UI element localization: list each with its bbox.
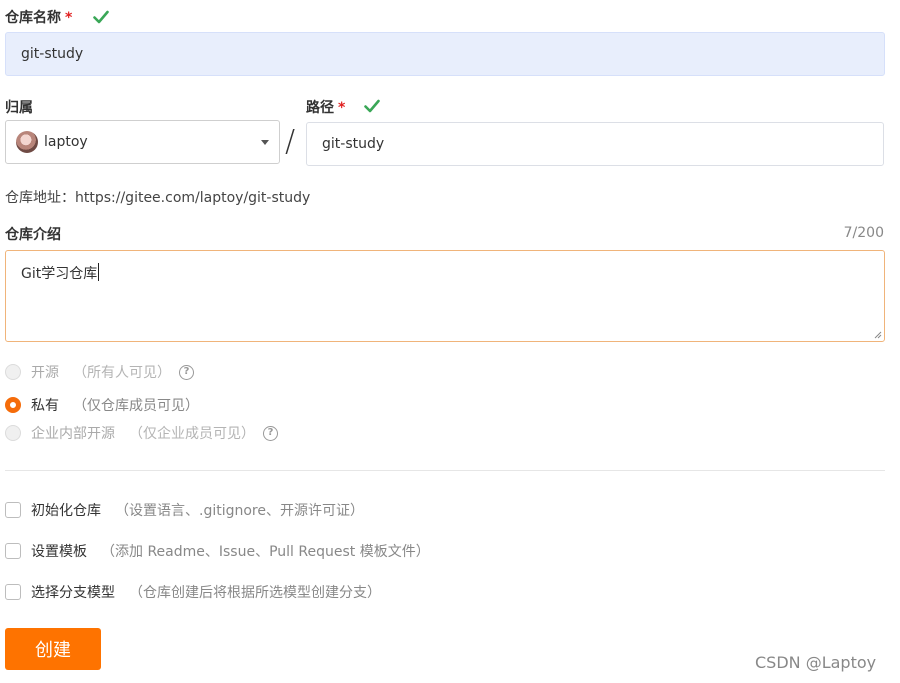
radio-enterprise: [5, 425, 21, 441]
repo-url-value: https://gitee.com/laptoy/git-study: [75, 190, 311, 206]
repo-name-label: 仓库名称 *: [5, 10, 73, 26]
check-icon: [93, 10, 109, 24]
text-cursor: [98, 263, 100, 281]
required-mark: *: [338, 100, 346, 116]
repo-url: 仓库地址：https://gitee.com/laptoy/git-study: [5, 187, 310, 207]
option-label: 设置模板: [31, 544, 87, 560]
question-circle-icon[interactable]: ?: [263, 425, 278, 441]
description-label: 仓库介绍: [5, 227, 61, 243]
option-hint: （添加 Readme、Issue、Pull Request 模板文件）: [101, 544, 430, 560]
check-icon: [364, 99, 380, 113]
required-mark: *: [65, 10, 73, 26]
radio-private[interactable]: [5, 397, 21, 413]
path-input[interactable]: git-study: [306, 122, 884, 166]
resize-handle-icon[interactable]: [874, 331, 882, 339]
description-textarea[interactable]: Git学习仓库: [5, 250, 885, 342]
question-circle-icon[interactable]: ?: [179, 364, 194, 380]
create-button[interactable]: 创建: [5, 628, 101, 670]
checkbox-branch-model[interactable]: [5, 584, 21, 600]
option-label: 私有: [31, 398, 59, 414]
owner-value: laptoy: [44, 134, 88, 150]
watermark: CSDN @Laptoy: [755, 653, 877, 672]
radio-public: [5, 364, 21, 380]
visibility-option-private[interactable]: 私有 （仅仓库成员可见）: [5, 395, 199, 415]
path-value: git-study: [322, 136, 385, 152]
repo-url-label: 仓库地址：: [5, 190, 75, 206]
visibility-option-public: 开源 （所有人可见） ?: [5, 362, 194, 382]
option-hint: （所有人可见）: [73, 365, 171, 381]
repo-name-input[interactable]: git-study: [5, 32, 885, 76]
path-label: 路径 *: [306, 100, 346, 116]
chevron-down-icon: [261, 140, 269, 145]
option-hint: （仅仓库成员可见）: [73, 398, 199, 414]
checkbox-init-repo[interactable]: [5, 502, 21, 518]
option-label: 企业内部开源: [31, 426, 115, 442]
option-label: 初始化仓库: [31, 503, 101, 519]
repo-name-value: git-study: [21, 46, 84, 62]
option-hint: （设置语言、.gitignore、开源许可证）: [115, 503, 364, 519]
option-label: 选择分支模型: [31, 585, 115, 601]
option-branch-model[interactable]: 选择分支模型 （仓库创建后将根据所选模型创建分支）: [5, 582, 381, 602]
description-counter: 7/200: [843, 225, 884, 241]
path-separator: /: [285, 124, 296, 159]
option-label: 开源: [31, 365, 59, 381]
option-template[interactable]: 设置模板 （添加 Readme、Issue、Pull Request 模板文件）: [5, 541, 430, 561]
checkbox-template[interactable]: [5, 543, 21, 559]
owner-select[interactable]: laptoy: [5, 120, 280, 164]
option-init-repo[interactable]: 初始化仓库 （设置语言、.gitignore、开源许可证）: [5, 500, 364, 520]
option-hint: （仓库创建后将根据所选模型创建分支）: [129, 585, 381, 601]
owner-label: 归属: [5, 100, 33, 116]
avatar: [16, 131, 38, 153]
visibility-option-enterprise: 企业内部开源 （仅企业成员可见） ?: [5, 423, 278, 443]
divider: [5, 470, 885, 471]
description-value: Git学习仓库: [21, 266, 98, 282]
option-hint: （仅企业成员可见）: [129, 426, 255, 442]
